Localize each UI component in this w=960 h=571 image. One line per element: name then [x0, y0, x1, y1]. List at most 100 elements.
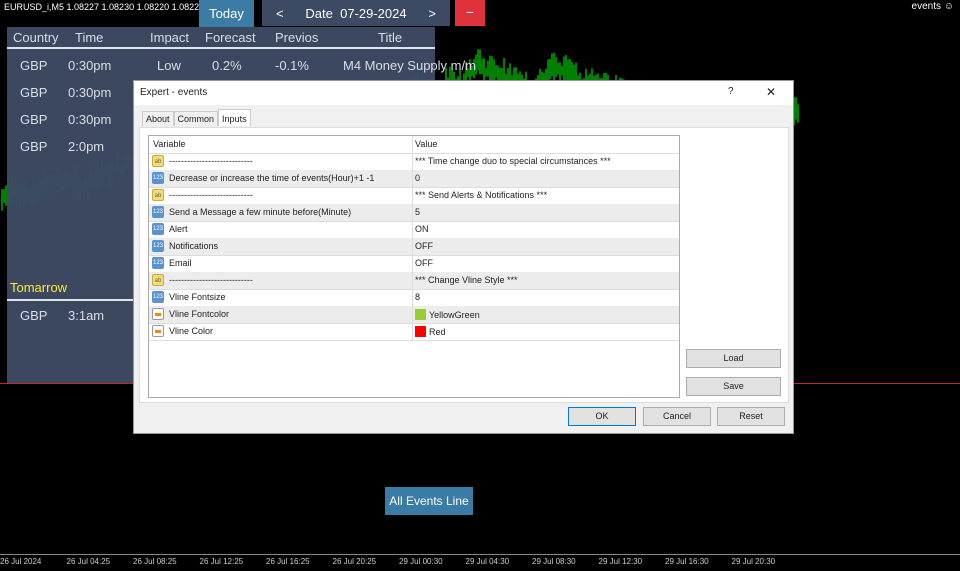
input-variable: Send a Message a few minute before(Minut… — [169, 207, 352, 217]
event-cell: M4 Money Supply m/m — [343, 58, 476, 73]
x-tick-label: 29 Jul 00:30 — [399, 557, 443, 566]
events-header-forecast: Forecast — [205, 30, 256, 45]
help-button[interactable]: ? — [728, 86, 734, 97]
x-tick-label: 29 Jul 16:30 — [665, 557, 709, 566]
input-row[interactable]: 123 Alert ON — [149, 221, 679, 239]
today-button[interactable]: Today — [199, 0, 254, 27]
input-value-text: *** Send Alerts & Notifications *** — [415, 190, 548, 200]
tomorrow-event-cell: 3:1am — [68, 308, 105, 323]
input-row[interactable]: ab ---------------------------- *** Time c… — [149, 153, 679, 171]
input-value-text: 8 — [415, 292, 421, 302]
events-header-time: Time — [75, 30, 104, 45]
event-cell: Low — [157, 58, 181, 73]
input-row[interactable]: Vline Fontcolor YellowGreen — [149, 306, 679, 324]
event-cell: -0.1% — [275, 58, 309, 73]
number-type-icon: 123 — [152, 257, 164, 269]
input-variable: Notifications — [169, 241, 219, 251]
event-cell: 0.2% — [212, 58, 242, 73]
x-tick-label: 29 Jul 04:30 — [465, 557, 510, 566]
close-icon[interactable]: ✕ — [766, 85, 776, 99]
color-swatch — [415, 326, 426, 337]
input-value-text: OFF — [415, 241, 433, 251]
event-cell: GBP — [20, 85, 48, 100]
input-value-text: YellowGreen — [429, 309, 480, 320]
number-type-icon: 123 — [152, 291, 164, 303]
ok-button[interactable]: OK — [568, 407, 636, 426]
number-type-icon: 123 — [152, 206, 164, 218]
input-variable: ---------------------------- — [169, 156, 253, 166]
prev-date-button[interactable]: < — [276, 6, 284, 21]
number-type-icon: 123 — [152, 240, 164, 252]
tab-inputs[interactable]: Inputs — [218, 109, 251, 126]
input-value-text: ON — [415, 224, 429, 234]
header-divider — [7, 47, 435, 49]
input-value[interactable]: 8 — [415, 292, 420, 302]
input-variable: ---------------------------- — [169, 275, 253, 285]
input-value-text: 5 — [415, 207, 421, 217]
x-tick-label: 26 Jul 12:25 — [199, 557, 244, 566]
input-value[interactable]: OFF — [415, 258, 433, 268]
minimize-button[interactable]: − — [455, 0, 485, 26]
input-row[interactable]: ab ---------------------------- *** Change… — [149, 272, 679, 290]
number-type-icon: 123 — [152, 223, 164, 235]
input-row[interactable]: 123 Notifications OFF — [149, 238, 679, 256]
x-tick-label: 29 Jul 08:30 — [532, 557, 576, 566]
event-cell: GBP — [20, 112, 48, 127]
input-value[interactable]: *** Time change duo to special circumsta… — [415, 156, 611, 166]
input-row[interactable]: ab ---------------------------- *** Send A… — [149, 187, 679, 205]
event-cell: GBP — [20, 58, 48, 73]
reset-button[interactable]: Reset — [717, 407, 785, 426]
input-value[interactable]: *** Send Alerts & Notifications *** — [415, 190, 547, 200]
date-value: 07-29-2024 — [340, 5, 407, 21]
all-events-line-button[interactable]: All Events Line — [385, 487, 473, 515]
tab-about[interactable]: About — [142, 111, 174, 126]
inputs-tab-panel: Variable Value ab -----------------------… — [139, 127, 789, 403]
date-navigator: < Date 07-29-2024 > — [262, 0, 450, 26]
input-variable: Alert — [169, 224, 188, 234]
dialog-tabs: About Common Inputs — [142, 109, 251, 126]
load-button[interactable]: Load — [686, 349, 781, 368]
tab-common[interactable]: Common — [173, 111, 219, 126]
color-swatch — [415, 309, 426, 320]
tomorrow-label: Tomarrow — [10, 280, 68, 295]
input-value-text: Red — [429, 326, 446, 337]
input-variable: Decrease or increase the time of events(… — [169, 173, 375, 183]
cancel-button[interactable]: Cancel — [643, 407, 711, 426]
event-cell: 0:30pm — [68, 58, 112, 73]
color-type-icon — [152, 308, 164, 320]
input-value[interactable]: Red — [415, 326, 446, 337]
input-value[interactable]: 5 — [415, 207, 420, 217]
save-button[interactable]: Save — [686, 377, 781, 396]
string-type-icon: ab — [152, 274, 164, 286]
input-value-text: 0 — [415, 173, 421, 183]
color-type-icon — [152, 325, 164, 337]
input-row[interactable]: 123 Send a Message a few minute before(Mi… — [149, 204, 679, 222]
x-tick-label: 29 Jul 12:30 — [598, 557, 643, 566]
next-date-button[interactable]: > — [428, 6, 436, 21]
events-header-title: Title — [378, 30, 403, 45]
input-value[interactable]: YellowGreen — [415, 309, 480, 320]
input-row[interactable]: Vline Color Red — [149, 323, 679, 341]
chart-symbol-label: EURUSD_i,M5 1.08227 1.08230 1.08220 1.08… — [4, 2, 205, 12]
x-tick-label: 26 Jul 20:25 — [332, 557, 377, 566]
dialog-title: Expert - events — [140, 87, 208, 98]
tomorrow-event-cell: GBP — [20, 308, 48, 323]
input-value[interactable]: 0 — [415, 173, 420, 183]
input-row[interactable]: 123 Decrease or increase the time of even… — [149, 170, 679, 188]
column-variable: Variable — [153, 139, 186, 149]
table-header: Variable Value — [149, 136, 679, 154]
x-tick-label: 26 Jul 2024 — [0, 557, 42, 566]
input-row[interactable]: 123 Vline Fontsize 8 — [149, 289, 679, 307]
string-type-icon: ab — [152, 155, 164, 167]
input-value[interactable]: OFF — [415, 241, 433, 251]
input-value[interactable]: *** Change Vline Style *** — [415, 275, 518, 285]
input-row[interactable]: 123 Email OFF — [149, 255, 679, 273]
time-axis — [0, 554, 960, 555]
column-value: Value — [415, 139, 438, 149]
input-value[interactable]: ON — [415, 224, 429, 234]
inputs-table: Variable Value ab -----------------------… — [148, 135, 680, 398]
event-cell: 0:30pm — [68, 85, 112, 100]
x-tick-label: 26 Jul 16:25 — [266, 557, 310, 566]
x-tick-label: 29 Jul 20:30 — [731, 557, 776, 566]
input-variable: Vline Color — [169, 326, 214, 336]
